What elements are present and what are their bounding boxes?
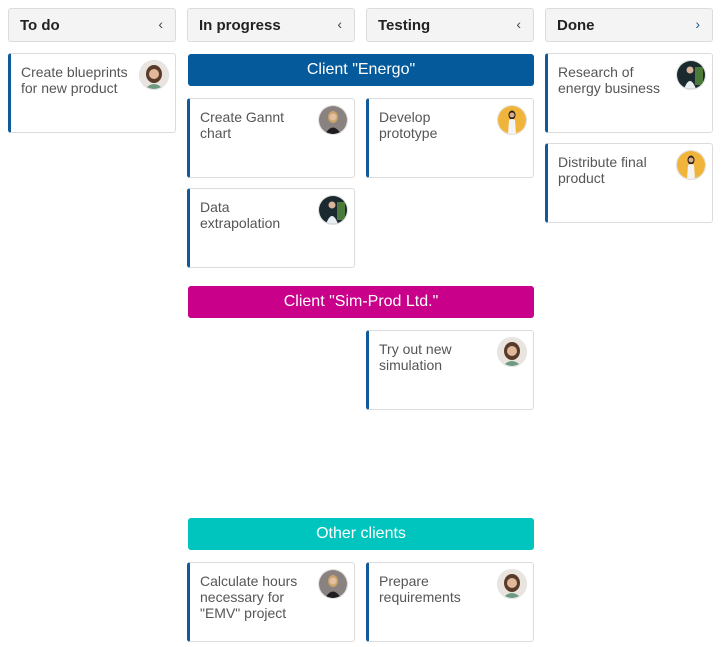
column-title: Done (557, 17, 595, 34)
avatar-icon (318, 195, 348, 225)
task-card[interactable]: Create Gannt chart (187, 98, 355, 178)
task-card[interactable]: Prepare requirements (366, 562, 534, 642)
avatar-icon (318, 105, 348, 135)
avatar-icon (497, 105, 527, 135)
avatar-icon (318, 569, 348, 599)
task-title: Research of energy business (558, 64, 660, 96)
column-header-in-progress: In progress ‹ (187, 8, 355, 42)
avatar-icon (497, 569, 527, 599)
column-header-testing: Testing ‹ (366, 8, 534, 42)
task-title: Create blueprints for new product (21, 64, 128, 96)
task-card[interactable]: Calculate hours necessary for "EMV" proj… (187, 562, 355, 642)
column-header-todo: To do ‹ (8, 8, 176, 42)
column-title: In progress (199, 17, 281, 34)
avatar-icon (497, 337, 527, 367)
task-title: Calculate hours necessary for "EMV" proj… (200, 573, 298, 621)
chevron-left-icon[interactable]: ‹ (516, 16, 521, 32)
swimlane-header-energo[interactable]: Client "Energo" (188, 54, 534, 86)
task-card[interactable]: Data extrapolation (187, 188, 355, 268)
swimlane-header-other-clients[interactable]: Other clients (188, 518, 534, 550)
task-card[interactable]: Develop prototype (366, 98, 534, 178)
task-title: Data extrapolation (200, 199, 281, 231)
task-title: Create Gannt chart (200, 109, 285, 141)
column-title: To do (20, 17, 60, 34)
task-title: Distribute final product (558, 154, 647, 186)
chevron-left-icon[interactable]: ‹ (337, 16, 342, 32)
task-card[interactable]: Distribute final product (545, 143, 713, 223)
task-title: Prepare requirements (379, 573, 461, 605)
task-card[interactable]: Try out new simulation (366, 330, 534, 410)
chevron-right-icon[interactable]: › (695, 16, 700, 32)
swimlane-header-sim-prod[interactable]: Client "Sim-Prod Ltd." (188, 286, 534, 318)
chevron-left-icon[interactable]: ‹ (158, 16, 163, 32)
avatar-icon (139, 60, 169, 90)
column-header-done: Done › (545, 8, 713, 42)
column-title: Testing (378, 17, 431, 34)
avatar-icon (676, 150, 706, 180)
task-title: Develop prototype (379, 109, 438, 141)
task-card[interactable]: Research of energy business (545, 53, 713, 133)
task-card[interactable]: Create blueprints for new product (8, 53, 176, 133)
avatar-icon (676, 60, 706, 90)
task-title: Try out new simulation (379, 341, 452, 373)
